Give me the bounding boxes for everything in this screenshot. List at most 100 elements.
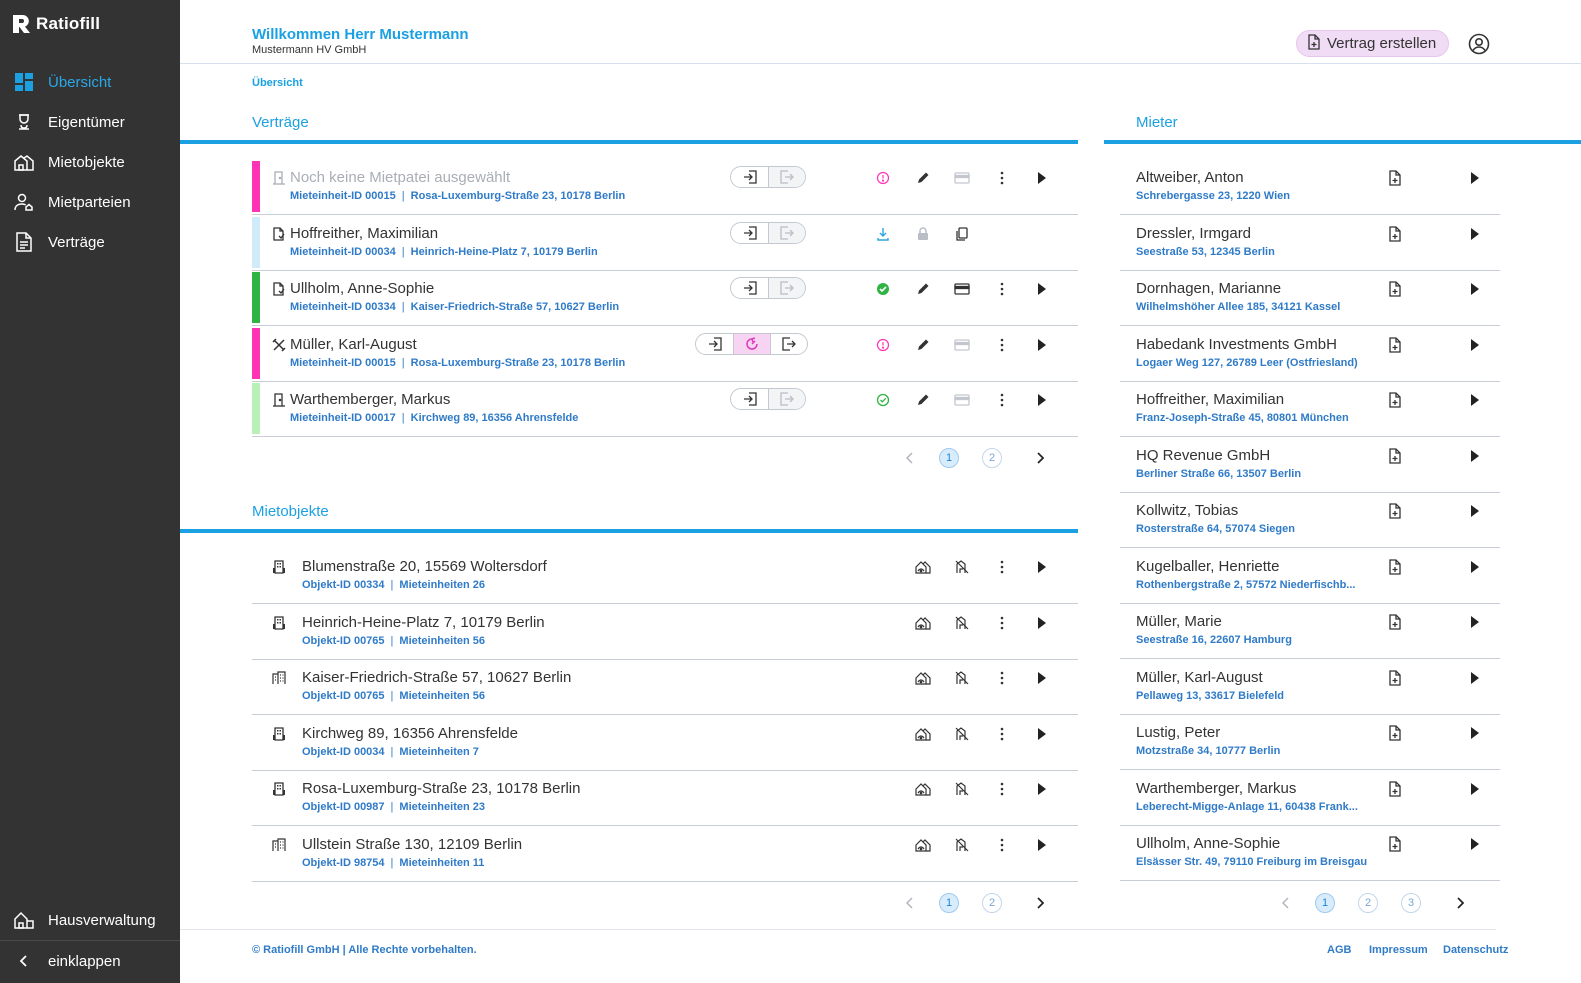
tenant-row[interactable]: Müller, Marie Seestraße 16, 22607 Hamburg xyxy=(1120,603,1500,659)
no-cost-button[interactable] xyxy=(951,556,973,578)
breadcrumb[interactable]: Übersicht xyxy=(252,77,303,89)
pagination-prev-button[interactable] xyxy=(900,448,920,468)
property-row[interactable]: Blumenstraße 20, 15569 Woltersdorf Objekt… xyxy=(252,548,1078,604)
tenant-row[interactable]: Dornhagen, Marianne Wilhelmshöher Allee 1… xyxy=(1120,270,1500,326)
progress-button[interactable] xyxy=(733,333,770,354)
sidebar-item-eigent-mer[interactable]: Eigentümer xyxy=(0,102,180,142)
sidebar-item-mietparteien[interactable]: Mietparteien xyxy=(0,182,180,222)
pagination-page-1[interactable]: 1 xyxy=(939,893,959,913)
pagination-next-button[interactable] xyxy=(1030,448,1050,468)
property-view-button[interactable] xyxy=(912,612,934,634)
more-options-button[interactable] xyxy=(991,723,1013,745)
create-contract-for-tenant-button[interactable] xyxy=(1384,500,1406,522)
tenant-row[interactable]: Warthemberger, Markus Leberecht-Migge-Anl… xyxy=(1120,770,1500,826)
create-contract-for-tenant-button[interactable] xyxy=(1384,223,1406,245)
pagination-next-button[interactable] xyxy=(1030,893,1050,913)
move-out-button[interactable] xyxy=(768,222,805,243)
tenant-row[interactable]: Müller, Karl-August Pellaweg 13, 33617 Bi… xyxy=(1120,659,1500,715)
open-detail-button[interactable] xyxy=(1464,223,1486,245)
contract-row[interactable]: Warthemberger, Markus Mieteinheit-ID 0001… xyxy=(252,381,1078,437)
open-detail-button[interactable] xyxy=(1464,278,1486,300)
create-contract-for-tenant-button[interactable] xyxy=(1384,778,1406,800)
payment-button[interactable] xyxy=(951,334,973,356)
contract-row[interactable]: Müller, Karl-August Mieteinheit-ID 00015 |… xyxy=(252,326,1078,382)
more-options-button[interactable] xyxy=(991,167,1013,189)
edit-button[interactable] xyxy=(912,278,934,300)
open-detail-button[interactable] xyxy=(1031,667,1053,689)
pagination-page-1[interactable]: 1 xyxy=(939,448,959,468)
tenant-row[interactable]: Kugelballer, Henriette Rothenbergstraße 2… xyxy=(1120,548,1500,604)
no-cost-button[interactable] xyxy=(951,723,973,745)
no-cost-button[interactable] xyxy=(951,667,973,689)
more-options-button[interactable] xyxy=(991,334,1013,356)
collapse-sidebar-button[interactable]: einklappen xyxy=(0,941,180,981)
property-row[interactable]: Heinrich-Heine-Platz 7, 10179 Berlin Obje… xyxy=(252,604,1078,660)
open-detail-button[interactable] xyxy=(1464,500,1486,522)
pagination-prev-button[interactable] xyxy=(1276,893,1296,913)
open-detail-button[interactable] xyxy=(1464,611,1486,633)
open-detail-button[interactable] xyxy=(1464,334,1486,356)
more-options-button[interactable] xyxy=(991,667,1013,689)
logo[interactable]: Ratiofill xyxy=(12,14,100,34)
open-detail-button[interactable] xyxy=(1031,389,1053,411)
property-row[interactable]: Kirchweg 89, 16356 Ahrensfelde Objekt-ID … xyxy=(252,715,1078,771)
pagination-page-2[interactable]: 2 xyxy=(982,893,1002,913)
more-options-button[interactable] xyxy=(991,556,1013,578)
create-contract-for-tenant-button[interactable] xyxy=(1384,389,1406,411)
contract-row[interactable]: Noch keine Mietpatei ausgewählt Mieteinhe… xyxy=(252,159,1078,215)
tenant-row[interactable]: Altweiber, Anton Schrebergasse 23, 1220 W… xyxy=(1120,159,1500,215)
pagination-page-3[interactable]: 3 xyxy=(1401,893,1421,913)
property-view-button[interactable] xyxy=(912,556,934,578)
open-detail-button[interactable] xyxy=(1031,334,1053,356)
open-detail-button[interactable] xyxy=(1031,834,1053,856)
more-options-button[interactable] xyxy=(991,834,1013,856)
contract-row[interactable]: Ullholm, Anne-Sophie Mieteinheit-ID 00334… xyxy=(252,270,1078,326)
more-options-button[interactable] xyxy=(991,612,1013,634)
sidebar-item--bersicht[interactable]: Übersicht xyxy=(0,62,180,102)
property-view-button[interactable] xyxy=(912,834,934,856)
move-in-button[interactable] xyxy=(731,223,768,243)
edit-button[interactable] xyxy=(912,389,934,411)
move-out-button[interactable] xyxy=(768,167,805,187)
property-row[interactable]: Ullstein Straße 130, 12109 Berlin Objekt-… xyxy=(252,826,1078,882)
property-view-button[interactable] xyxy=(912,723,934,745)
create-contract-for-tenant-button[interactable] xyxy=(1384,611,1406,633)
open-detail-button[interactable] xyxy=(1464,389,1486,411)
open-detail-button[interactable] xyxy=(1464,778,1486,800)
create-contract-for-tenant-button[interactable] xyxy=(1384,722,1406,744)
sidebar-item-vertr-ge[interactable]: Verträge xyxy=(0,222,180,262)
create-contract-for-tenant-button[interactable] xyxy=(1384,833,1406,855)
open-detail-button[interactable] xyxy=(1464,556,1486,578)
tenant-row[interactable]: Ullholm, Anne-Sophie Elsässer Str. 49, 79… xyxy=(1120,825,1500,881)
property-view-button[interactable] xyxy=(912,667,934,689)
tenant-row[interactable]: Dressler, Irmgard Seestraße 53, 12345 Ber… xyxy=(1120,215,1500,271)
open-detail-button[interactable] xyxy=(1031,723,1053,745)
open-detail-button[interactable] xyxy=(1031,556,1053,578)
create-contract-button[interactable]: Vertrag erstellen xyxy=(1296,30,1450,57)
payment-button[interactable] xyxy=(951,278,973,300)
create-contract-for-tenant-button[interactable] xyxy=(1384,556,1406,578)
copy-button[interactable] xyxy=(951,223,973,245)
edit-button[interactable] xyxy=(912,334,934,356)
tenant-row[interactable]: Lustig, Peter Motzstraße 34, 10777 Berlin xyxy=(1120,714,1500,770)
tenant-row[interactable]: HQ Revenue GmbH Berliner Straße 66, 13507… xyxy=(1120,437,1500,493)
footer-link-agb[interactable]: AGB xyxy=(1327,944,1351,956)
no-cost-button[interactable] xyxy=(951,834,973,856)
open-detail-button[interactable] xyxy=(1464,833,1486,855)
create-contract-for-tenant-button[interactable] xyxy=(1384,667,1406,689)
open-detail-button[interactable] xyxy=(1031,612,1053,634)
open-detail-button[interactable] xyxy=(1464,167,1486,189)
pagination-page-2[interactable]: 2 xyxy=(1358,893,1378,913)
payment-button[interactable] xyxy=(951,389,973,411)
create-contract-for-tenant-button[interactable] xyxy=(1384,445,1406,467)
download-button[interactable] xyxy=(872,223,894,245)
payment-button[interactable] xyxy=(951,167,973,189)
move-in-button[interactable] xyxy=(731,167,768,187)
pagination-prev-button[interactable] xyxy=(900,893,920,913)
move-in-button[interactable] xyxy=(731,278,768,298)
pagination-next-button[interactable] xyxy=(1450,893,1470,913)
more-options-button[interactable] xyxy=(991,278,1013,300)
no-cost-button[interactable] xyxy=(951,778,973,800)
create-contract-for-tenant-button[interactable] xyxy=(1384,334,1406,356)
tenant-row[interactable]: Hoffreither, Maximilian Franz-Joseph-Stra… xyxy=(1120,381,1500,437)
